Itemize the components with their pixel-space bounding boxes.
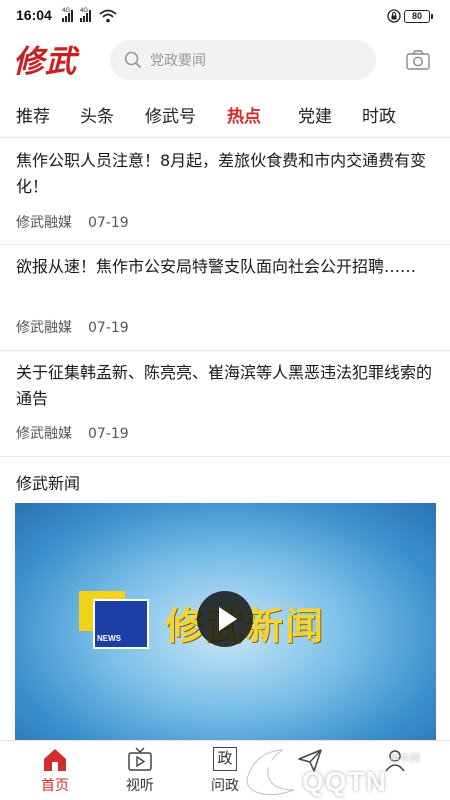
news-source: 修武融媒 (16, 320, 72, 336)
section-title: 修武新闻 (16, 474, 81, 493)
app-logo: 修武 (13, 44, 77, 80)
battery-icon: 80 (404, 10, 433, 23)
status-bar: 16:04 4G 4G 80 (0, 0, 450, 30)
news-title: 焦作公职人员注意！8月起，差旅伙食费和市内交通费有变化！ (16, 151, 427, 196)
news-source: 修武融媒 (16, 215, 72, 231)
news-meta: 修武融媒 07-19 (16, 423, 129, 443)
news-title: 关于征集韩孟新、陈亮亮、崔海滨等人黑恶违法犯罪线索的通告 (16, 363, 433, 408)
signal-label: 4G (62, 8, 71, 14)
tab-hot[interactable]: 热点 (227, 102, 261, 127)
camera-icon[interactable] (406, 50, 430, 70)
nav-label: 首页 (41, 778, 69, 794)
watermark-logo-icon (246, 749, 295, 796)
tab-headlines[interactable]: 头条 (80, 102, 114, 127)
nav-media[interactable]: 视听 (110, 747, 170, 795)
tab-xiuwu[interactable]: 修武号 (145, 102, 196, 127)
video-badge: NEWS (97, 634, 121, 643)
news-source: 修武融媒 (16, 426, 72, 442)
signal-label: 4G (80, 8, 89, 14)
news-title: 欲报从速！焦作市公安局特警支队面向社会公开招聘…… (16, 257, 417, 276)
list-item[interactable]: 关于征集韩孟新、陈亮亮、崔海滨等人黑恶违法犯罪线索的通告 修武融媒 07-19 (0, 360, 450, 457)
news-date: 07-19 (88, 215, 129, 231)
status-time: 16:04 (16, 7, 52, 23)
watermark-text: QQTN (302, 766, 387, 797)
watermark: 腾牛网 QQTN (240, 744, 450, 800)
search-placeholder: 党政要闻 (150, 53, 206, 69)
search-icon (124, 51, 142, 69)
app-header: 修武 党政要闻 (0, 34, 450, 88)
tv-icon (128, 747, 152, 771)
tab-party[interactable]: 党建 (298, 102, 332, 127)
news-meta: 修武融媒 07-19 (16, 317, 129, 337)
category-tabs: 推荐 头条 修武号 热点 党建 时政 (0, 92, 450, 138)
nav-home[interactable]: 首页 (25, 747, 85, 795)
wifi-icon (99, 9, 117, 23)
tab-recommend[interactable]: 推荐 (16, 102, 50, 127)
news-date: 07-19 (88, 320, 129, 336)
list-item[interactable]: 欲报从速！焦作市公安局特警支队面向社会公开招聘…… 修武融媒 07-19 (0, 254, 450, 351)
list-item[interactable]: 焦作公职人员注意！8月起，差旅伙食费和市内交通费有变化！ 修武融媒 07-19 (0, 148, 450, 245)
nav-label: 视听 (126, 778, 154, 794)
play-button[interactable] (197, 591, 253, 647)
home-icon (44, 749, 66, 771)
tab-politics[interactable]: 时政 (362, 102, 396, 127)
news-meta: 修武融媒 07-19 (16, 212, 129, 232)
lock-icon (387, 9, 401, 23)
watermark-small: 腾牛网 (390, 754, 420, 765)
video-player[interactable]: NEWS 修武新闻 (15, 503, 436, 740)
news-date: 07-19 (88, 426, 129, 442)
search-input[interactable]: 党政要闻 (110, 40, 376, 80)
